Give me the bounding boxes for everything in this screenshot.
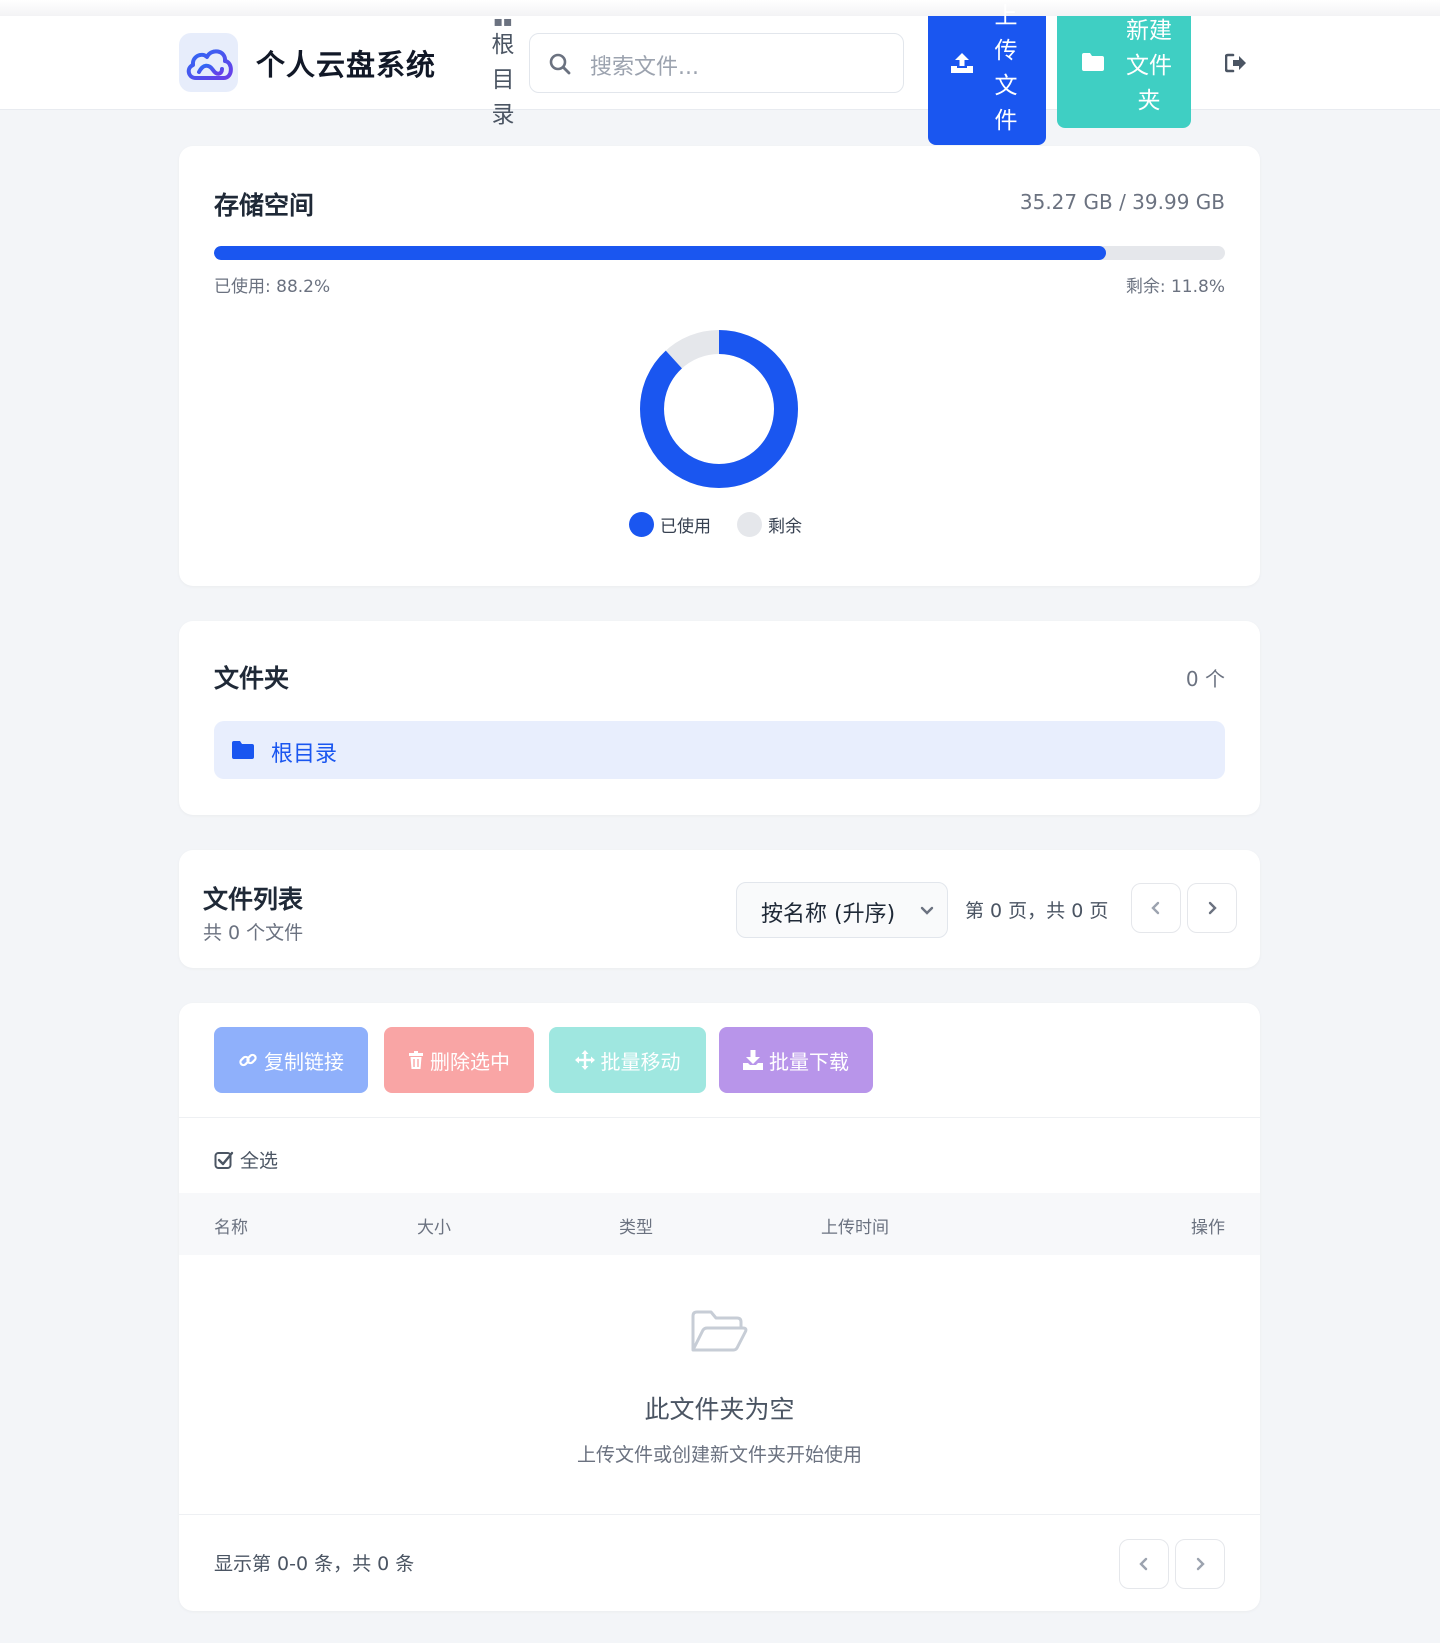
file-table-card: 复制链接 删除选中 批量移动 批量下载 全选 名称 大小 类型 上传时间 操作 … (179, 1003, 1260, 1611)
batch-download-button[interactable]: 批量下载 (719, 1027, 873, 1093)
column-header-size[interactable]: 大小 (417, 1213, 451, 1238)
donut-used-segment (640, 330, 798, 488)
batch-move-label: 批量移动 (600, 1049, 681, 1074)
navbar: 个人云盘系统 ▪▪ 根目录 搜索文件... 上传文件 新建 文件夹 (0, 3, 1440, 145)
next-page-button[interactable] (1187, 883, 1237, 933)
table-footer-info: 显示第 0-0 条，共 0 条 (214, 1553, 415, 1575)
folders-title: 文件夹 (214, 664, 290, 693)
select-all-checkbox[interactable]: 全选 (214, 1146, 278, 1173)
search-placeholder: 搜索文件... (590, 55, 699, 80)
legend-used-label: 已使用 (660, 517, 711, 537)
legend-used[interactable]: 已使用 (629, 512, 711, 537)
legend-free[interactable]: 剩余 (737, 512, 802, 537)
page-info: 第 0 页，共 0 页 (965, 900, 1109, 922)
storage-progress-bar (214, 246, 1225, 260)
new-folder-label: 新建 文件夹 (1126, 18, 1172, 114)
checkbox-checked-icon (214, 1151, 234, 1169)
cloud-logo-icon (186, 48, 233, 80)
chevron-right-icon (1208, 901, 1217, 915)
link-icon (239, 1053, 257, 1067)
delete-selected-button[interactable]: 删除选中 (384, 1027, 534, 1093)
file-list-header: 文件列表 共 0 个文件 按名称 (升序) 第 0 页，共 0 页 (179, 850, 1260, 968)
table-prev-page-button[interactable] (1119, 1539, 1169, 1589)
breadcrumb-sep-icon: ▪▪ (493, 14, 513, 30)
storage-amount: 35.27 GB / 39.99 GB (1019, 190, 1225, 214)
storage-used-text: 已使用: 88.2% (214, 277, 331, 297)
new-folder-button[interactable]: 新建 文件夹 (1057, 16, 1191, 128)
storage-title: 存储空间 (214, 191, 315, 220)
delete-selected-label: 删除选中 (430, 1049, 510, 1074)
select-all-label: 全选 (240, 1150, 279, 1172)
upload-label: 上传文件 (994, 3, 1018, 134)
logo[interactable] (179, 33, 238, 92)
chevron-left-icon (1139, 1557, 1148, 1571)
column-header-actions: 操作 (1191, 1218, 1225, 1238)
folder-open-icon (691, 1310, 748, 1352)
storage-donut-chart (640, 330, 798, 488)
search-input[interactable]: 搜索文件... (529, 33, 904, 93)
folders-count: 0 个 (1185, 667, 1225, 691)
trash-icon (409, 1051, 423, 1069)
empty-state-subtitle: 上传文件或创建新文件夹开始使用 (576, 1444, 862, 1466)
storage-free-text: 剩余: 11.8% (1125, 277, 1225, 297)
prev-page-button[interactable] (1131, 883, 1181, 933)
brand-title: 个人云盘系统 (256, 48, 437, 82)
folder-item-label: 根目录 (271, 742, 338, 767)
top-fade (0, 0, 1440, 16)
table-header: 名称 大小 类型 上传时间 操作 (179, 1193, 1260, 1255)
table-next-page-button[interactable] (1175, 1539, 1225, 1589)
file-list-title: 文件列表 (203, 885, 304, 914)
folders-card: 文件夹 0 个 根目录 (179, 621, 1260, 815)
chevron-down-icon (920, 906, 934, 915)
folder-icon (1082, 53, 1104, 71)
copy-link-button[interactable]: 复制链接 (214, 1027, 368, 1093)
folder-icon (232, 741, 254, 759)
legend-free-label: 剩余 (768, 517, 802, 537)
batch-download-label: 批量下载 (769, 1049, 849, 1074)
chevron-right-icon (1196, 1557, 1205, 1571)
chevron-left-icon (1151, 901, 1160, 915)
divider (179, 1117, 1260, 1118)
sort-select[interactable]: 按名称 (升序) (736, 882, 948, 938)
storage-card: 存储空间 35.27 GB / 39.99 GB 已使用: 88.2% 剩余: … (179, 146, 1260, 586)
file-list-count: 共 0 个文件 (203, 922, 304, 944)
legend-free-swatch (737, 512, 762, 537)
folder-item-root[interactable]: 根目录 (214, 721, 1225, 779)
column-header-type[interactable]: 类型 (619, 1213, 653, 1238)
legend-used-swatch (629, 512, 654, 537)
copy-link-label: 复制链接 (264, 1049, 344, 1074)
storage-progress-fill (214, 246, 1106, 260)
donut-legend: 已使用 剩余 (629, 512, 802, 537)
download-icon (743, 1050, 763, 1070)
upload-icon (951, 53, 973, 73)
move-arrows-icon (574, 1050, 595, 1070)
empty-state-title: 此文件夹为空 (644, 1395, 795, 1424)
batch-move-button[interactable]: 批量移动 (549, 1027, 706, 1093)
column-header-upload-time[interactable]: 上传时间 (821, 1213, 889, 1238)
upload-button[interactable]: 上传文件 (928, 3, 1046, 145)
search-icon (549, 53, 571, 75)
logout-icon[interactable] (1225, 53, 1247, 73)
divider (179, 1514, 1260, 1515)
sort-select-value: 按名称 (升序) (761, 902, 896, 927)
breadcrumb-root[interactable]: ▪▪ 根目录 (488, 14, 518, 133)
column-header-name[interactable]: 名称 (214, 1213, 248, 1238)
